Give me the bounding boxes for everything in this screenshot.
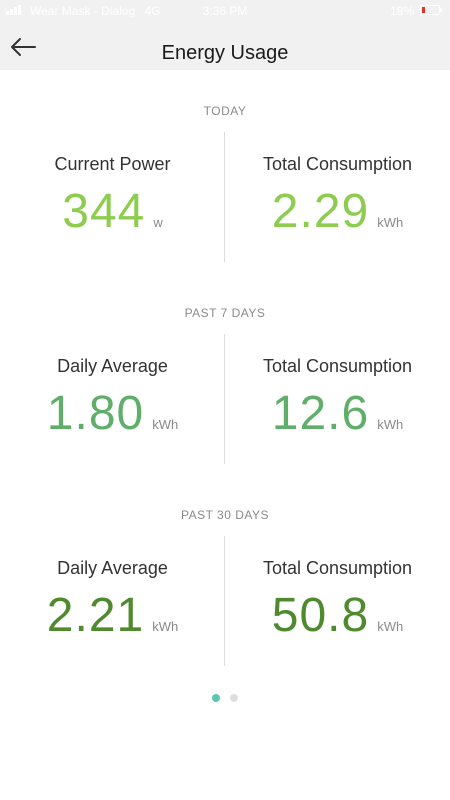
top-bar: Wear Mask - Dialog 4G 3:36 PM 18% Energy…	[0, 0, 450, 70]
metric-label: Total Consumption	[262, 356, 413, 376]
metric-total-consumption-30d: Total Consumption 50.8 kWh	[225, 558, 450, 668]
page-indicator	[0, 694, 450, 702]
section-label: PAST 7 DAYS	[184, 306, 266, 320]
metric-current-power: Current Power 344 w	[0, 154, 225, 264]
metric-unit: kWh	[377, 619, 404, 634]
metric-unit: kWh	[152, 417, 179, 432]
metric-daily-average-30d: Daily Average 2.21 kWh	[0, 558, 225, 668]
battery-icon	[420, 5, 442, 15]
battery-percent: 18%	[389, 4, 414, 18]
metric-label: Current Power	[54, 154, 171, 174]
metric-unit: kWh	[152, 619, 179, 634]
metric-daily-average-7d: Daily Average 1.80 kWh	[0, 356, 225, 466]
metric-label: Total Consumption	[262, 558, 413, 578]
metric-total-consumption-today: Total Consumption 2.29 kWh	[225, 154, 450, 264]
metric-unit: kWh	[377, 417, 404, 432]
metric-label: Daily Average	[57, 558, 168, 578]
section-label: PAST 30 DAYS	[180, 508, 270, 522]
status-time: 3:36 PM	[202, 4, 248, 18]
page-dot-1[interactable]	[212, 694, 220, 702]
metric-label: Total Consumption	[262, 154, 413, 174]
metric-value: 50.8	[271, 589, 370, 642]
metric-unit: kWh	[377, 215, 404, 230]
status-bar: Wear Mask - Dialog 4G 3:36 PM 18%	[0, 0, 450, 22]
page-dot-2[interactable]	[230, 694, 238, 702]
metric-value: 344	[62, 185, 146, 238]
metric-unit: w	[153, 215, 163, 230]
metric-value: 1.80	[46, 387, 145, 440]
metric-label: Daily Average	[57, 356, 168, 376]
section-label: TODAY	[203, 104, 247, 118]
metric-value: 12.6	[271, 387, 370, 440]
metric-value: 2.29	[271, 185, 370, 238]
metric-total-consumption-7d: Total Consumption 12.6 kWh	[225, 356, 450, 466]
metric-value: 2.21	[46, 589, 145, 642]
page-title: Energy Usage	[161, 42, 289, 64]
